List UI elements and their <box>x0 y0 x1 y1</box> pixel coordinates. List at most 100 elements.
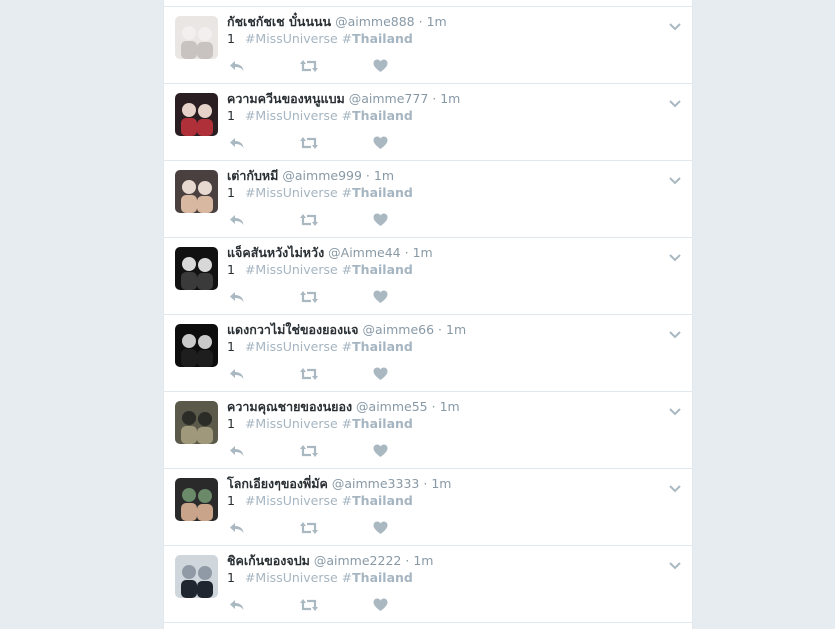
username[interactable]: @aimme2222 <box>314 553 402 568</box>
retweet-icon[interactable] <box>300 135 318 151</box>
heart-icon[interactable] <box>373 366 391 382</box>
heart-icon[interactable] <box>373 135 391 151</box>
hashtag-link[interactable]: #Thailand <box>342 416 413 431</box>
tweet[interactable]: แดงกวาไม่ใช่ของยองแจ @aimme66 · 1m 1 #Mi… <box>164 315 692 392</box>
hashtag-link[interactable]: #MissUniverse <box>245 493 338 508</box>
avatar[interactable] <box>175 478 218 521</box>
hashtag-link[interactable]: #MissUniverse <box>245 339 338 354</box>
timestamp[interactable]: 1m <box>374 168 394 183</box>
hashtag-link[interactable]: #Thailand <box>342 493 413 508</box>
reply-icon[interactable] <box>229 58 247 74</box>
username[interactable]: @aimme3333 <box>332 476 420 491</box>
timestamp[interactable]: 1m <box>413 553 433 568</box>
heart-icon[interactable] <box>373 520 391 536</box>
chevron-down-icon[interactable] <box>668 171 682 185</box>
tweet-actions <box>227 597 427 613</box>
reply-icon[interactable] <box>229 212 247 228</box>
heart-icon[interactable] <box>373 597 391 613</box>
retweet-icon[interactable] <box>300 366 318 382</box>
retweet-icon[interactable] <box>300 289 318 305</box>
chevron-down-icon[interactable] <box>668 325 682 339</box>
hashtag-link[interactable]: #MissUniverse <box>245 108 338 123</box>
hashtag-link[interactable]: #Thailand <box>342 570 413 585</box>
retweet-icon[interactable] <box>300 212 318 228</box>
reply-icon[interactable] <box>229 443 247 459</box>
avatar[interactable] <box>175 247 218 290</box>
display-name[interactable]: โลกเอียงๆของพี่มัค <box>227 476 328 491</box>
tweet-actions <box>227 58 427 74</box>
tweet[interactable]: เต่ากับหมี @aimme999 · 1m 1 #MissUnivers… <box>164 161 692 238</box>
display-name[interactable]: กัชเชกัชเช บั๋นนนน <box>227 14 331 29</box>
display-name[interactable]: ความควีนของหนูแบม <box>227 91 345 106</box>
hashtag-link[interactable]: #MissUniverse <box>245 185 338 200</box>
tweet-header: กัชเชกัชเช บั๋นนนน @aimme888 · 1m <box>227 14 447 30</box>
timestamp[interactable]: 1m <box>427 14 447 29</box>
reply-icon[interactable] <box>229 597 247 613</box>
tweet[interactable]: ความคุณชายของนยอง @aimme55 · 1m 1 #MissU… <box>164 392 692 469</box>
chevron-down-icon[interactable] <box>668 556 682 570</box>
reply-icon[interactable] <box>229 135 247 151</box>
retweet-icon[interactable] <box>300 443 318 459</box>
avatar[interactable] <box>175 93 218 136</box>
tweet[interactable]: ชิคเก้นของจปม @aimme2222 · 1m 1 #MissUni… <box>164 546 692 623</box>
display-name[interactable]: แจ็คสันหวังไม่หวัง <box>227 245 324 260</box>
avatar[interactable] <box>175 555 218 598</box>
heart-icon[interactable] <box>373 289 391 305</box>
hashtag-symbol: # <box>341 339 353 354</box>
tweet[interactable]: ความควีนของหนูแบม @aimme777 · 1m 1 #Miss… <box>164 84 692 161</box>
chevron-down-icon[interactable] <box>668 479 682 493</box>
timestamp[interactable]: 1m <box>431 476 451 491</box>
heart-icon[interactable] <box>373 58 391 74</box>
retweet-icon[interactable] <box>300 597 318 613</box>
chevron-down-icon[interactable] <box>668 248 682 262</box>
hashtag-link[interactable]: #MissUniverse <box>245 416 338 431</box>
hashtag-link[interactable]: #MissUniverse <box>245 570 338 585</box>
retweet-icon[interactable] <box>300 520 318 536</box>
hashtag-link[interactable]: #Thailand <box>342 185 413 200</box>
hashtag-word: Thailand <box>352 339 413 354</box>
timestamp[interactable]: 1m <box>413 245 433 260</box>
avatar[interactable] <box>175 170 218 213</box>
separator-dot: · <box>423 476 428 491</box>
timestamp[interactable]: 1m <box>446 322 466 337</box>
display-name[interactable]: เต่ากับหมี <box>227 168 278 183</box>
avatar[interactable] <box>175 401 218 444</box>
display-name[interactable]: แดงกวาไม่ใช่ของยองแจ <box>227 322 358 337</box>
reply-icon[interactable] <box>229 366 247 382</box>
avatar[interactable] <box>175 16 218 59</box>
chevron-down-icon[interactable] <box>668 402 682 416</box>
reply-icon[interactable] <box>229 289 247 305</box>
display-name[interactable]: ความคุณชายของนยอง <box>227 399 352 414</box>
tweet[interactable]: กัชเชกัชเช บั๋นนนน @aimme888 · 1m 1 #Mis… <box>164 7 692 84</box>
hashtag-link[interactable]: #Thailand <box>342 339 413 354</box>
username[interactable]: @aimme777 <box>349 91 429 106</box>
heart-icon[interactable] <box>373 443 391 459</box>
chevron-down-icon[interactable] <box>668 94 682 108</box>
avatar[interactable] <box>175 324 218 367</box>
hashtag-symbol: # <box>244 262 256 277</box>
heart-icon[interactable] <box>373 212 391 228</box>
hashtag-link[interactable]: #Thailand <box>342 262 413 277</box>
retweet-icon[interactable] <box>300 58 318 74</box>
username[interactable]: @aimme55 <box>356 399 428 414</box>
separator-dot: · <box>431 399 436 414</box>
timestamp[interactable]: 1m <box>440 399 460 414</box>
timestamp[interactable]: 1m <box>440 91 460 106</box>
username[interactable]: @aimme66 <box>362 322 434 337</box>
hashtag-link[interactable]: #MissUniverse <box>245 262 338 277</box>
hashtag-symbol: # <box>341 493 353 508</box>
tweet-text: 1 #MissUniverse #Thailand <box>227 31 413 47</box>
tweet[interactable]: แจ็คสันหวังไม่หวัง @Aimme44 · 1m 1 #Miss… <box>164 238 692 315</box>
username[interactable]: @Aimme44 <box>328 245 400 260</box>
display-name[interactable]: ชิคเก้นของจปม <box>227 553 310 568</box>
hashtag-link[interactable]: #MissUniverse <box>245 31 338 46</box>
chevron-down-icon[interactable] <box>668 17 682 31</box>
tweet[interactable]: โลกเอียงๆของพี่มัค @aimme3333 · 1m 1 #Mi… <box>164 469 692 546</box>
tweet-actions <box>227 520 427 536</box>
username[interactable]: @aimme999 <box>282 168 362 183</box>
hashtag-link[interactable]: #Thailand <box>342 108 413 123</box>
hashtag-link[interactable]: #Thailand <box>342 31 413 46</box>
tweet-header: ชิคเก้นของจปม @aimme2222 · 1m <box>227 553 433 569</box>
reply-icon[interactable] <box>229 520 247 536</box>
username[interactable]: @aimme888 <box>335 14 415 29</box>
